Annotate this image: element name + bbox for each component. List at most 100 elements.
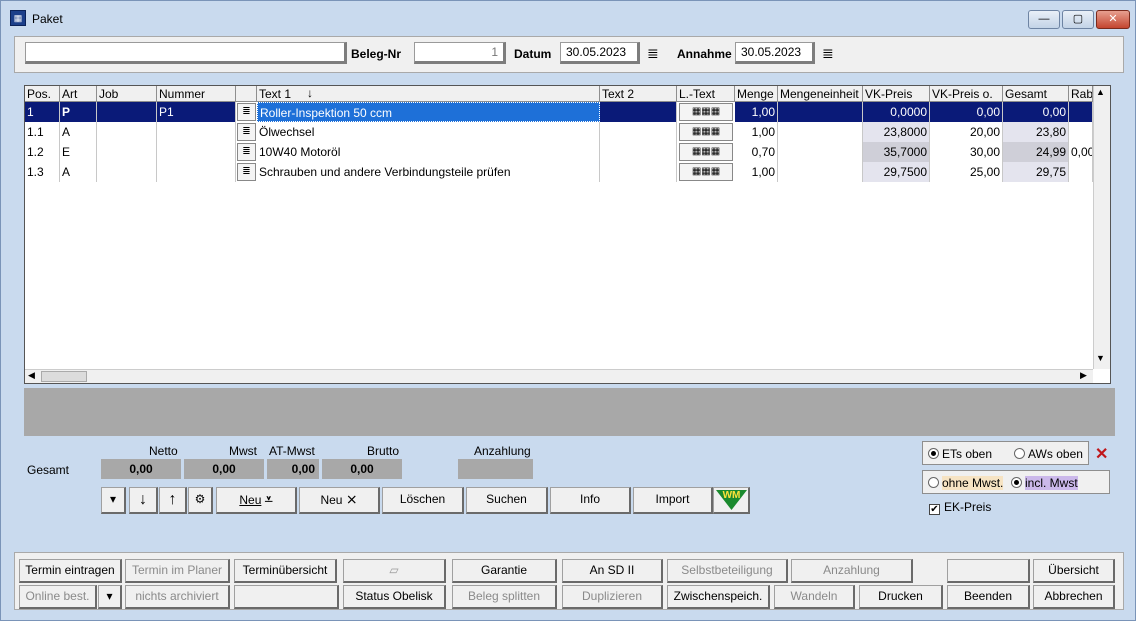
ltext-grid-icon[interactable]: ▦▦▦	[679, 143, 733, 161]
cell-art: E	[60, 142, 97, 162]
wandeln-button[interactable]: Wandeln	[774, 585, 855, 609]
loeschen-button[interactable]: Löschen	[382, 487, 464, 514]
scroll-down-icon[interactable]: ▼	[1096, 353, 1105, 363]
col-gesamt[interactable]: Gesamt	[1003, 86, 1069, 102]
blank-button-3[interactable]	[234, 585, 339, 609]
calendar-list-icon[interactable]: ≣	[647, 46, 659, 60]
close-button[interactable]: ✕	[1096, 10, 1130, 29]
cell-einheit	[778, 162, 863, 182]
col-art[interactable]: Art	[60, 86, 97, 102]
positions-table: Pos. Art Job Nummer Text 1 ↓ Text 2 L.-Te…	[24, 85, 1111, 384]
cell-job	[97, 162, 157, 182]
scroll-up-icon[interactable]: ▲	[1096, 87, 1105, 97]
move-up-button[interactable]: ↑	[159, 487, 187, 514]
info-button[interactable]: Info	[550, 487, 631, 514]
cell-text1[interactable]: Roller-Inspektion 50 ccm	[257, 102, 600, 122]
scroll-thumb[interactable]	[41, 371, 87, 382]
status-obelisk-button[interactable]: Status Obelisk	[343, 585, 446, 609]
cell-job	[97, 142, 157, 162]
scroll-left-icon[interactable]: ◀	[28, 370, 35, 381]
duplizieren-button[interactable]: Duplizieren	[562, 585, 663, 609]
row-lines-icon[interactable]: ≣	[237, 103, 256, 121]
col-menge[interactable]: Menge	[735, 86, 778, 102]
minimize-button[interactable]: —	[1028, 10, 1060, 29]
col-blank[interactable]	[236, 86, 257, 102]
cell-art: A	[60, 122, 97, 142]
netto-label: Netto	[149, 444, 178, 458]
abbrechen-button[interactable]: Abbrechen	[1033, 585, 1115, 609]
beleg-nr-field[interactable]: 1	[414, 42, 506, 64]
suchen-button[interactable]: Suchen	[466, 487, 548, 514]
window-title: Paket	[32, 12, 63, 26]
scroll-right-icon[interactable]: ▶	[1080, 370, 1087, 381]
move-down-button[interactable]: ↓	[129, 487, 158, 514]
insert-below-icon: ⩡	[264, 491, 273, 507]
arrow-up-icon: ↑	[168, 491, 177, 508]
col-job[interactable]: Job	[97, 86, 157, 102]
termin-eintragen-button[interactable]: Termin eintragen	[19, 559, 122, 583]
anzahlung-button[interactable]: Anzahlung	[791, 559, 913, 583]
zwischenspeich-button[interactable]: Zwischenspeich.	[667, 585, 770, 609]
ltext-grid-icon[interactable]: ▦▦▦	[679, 163, 733, 181]
uebersicht-button[interactable]: Übersicht	[1033, 559, 1115, 583]
gear-icon: ⚙	[194, 492, 206, 506]
beenden-button[interactable]: Beenden	[947, 585, 1030, 609]
cell-rab	[1069, 162, 1093, 182]
col-ltext[interactable]: L.-Text	[677, 86, 735, 102]
selbstbeteiligung-button[interactable]: Selbstbeteiligung	[667, 559, 788, 583]
neu-between-button[interactable]: Neu ⨯	[299, 487, 380, 514]
ohne-mwst-radio[interactable]: ohne Mwst.	[928, 476, 1004, 490]
annahme-field[interactable]: 30.05.2023	[735, 42, 815, 64]
blank-button-2[interactable]	[947, 559, 1030, 583]
col-text1[interactable]: Text 1 ↓	[257, 86, 600, 102]
cell-nummer	[157, 142, 236, 162]
col-mengeneinheit[interactable]: Mengeneinheit	[778, 86, 863, 102]
cell-pos: 1.2	[25, 142, 60, 162]
col-vk-preis[interactable]: VK-Preis	[863, 86, 930, 102]
col-rab[interactable]: Rab	[1069, 86, 1093, 102]
ek-preis-label: EK-Preis	[944, 500, 992, 514]
close-x-icon[interactable]: ✕	[1095, 444, 1108, 464]
blank-button-1[interactable]: ▱	[343, 559, 446, 583]
incl-mwst-radio[interactable]: incl. Mwst	[1011, 476, 1078, 490]
termin-im-planer-button[interactable]: Termin im Planer	[125, 559, 230, 583]
neu-below-button[interactable]: Neu ⩡	[216, 487, 297, 514]
cell-einheit	[778, 142, 863, 162]
col-vk-preis-o[interactable]: VK-Preis o.	[930, 86, 1003, 102]
online-best-dropdown[interactable]: ▾	[98, 585, 122, 609]
row-lines-icon[interactable]: ≣	[237, 143, 256, 161]
disabled-icon: ▱	[389, 563, 399, 577]
an-sd-ii-button[interactable]: An SD II	[562, 559, 663, 583]
ltext-grid-icon[interactable]: ▦▦▦	[679, 103, 733, 121]
ek-preis-checkbox[interactable]: ✔ EK-Preis	[929, 500, 991, 515]
beleg-splitten-button[interactable]: Beleg splitten	[452, 585, 557, 609]
maximize-button[interactable]: ▢	[1062, 10, 1094, 29]
ltext-grid-icon[interactable]: ▦▦▦	[679, 123, 733, 141]
col-nummer[interactable]: Nummer	[157, 86, 236, 102]
aws-oben-radio[interactable]: AWs oben	[1014, 447, 1083, 461]
kunde-field[interactable]	[25, 42, 347, 64]
datum-field[interactable]: 30.05.2023	[560, 42, 640, 64]
col-pos[interactable]: Pos.	[25, 86, 60, 102]
wm-button[interactable]: WM	[713, 487, 750, 514]
datum-label: Datum	[514, 47, 552, 61]
col-text2[interactable]: Text 2	[600, 86, 677, 102]
nichts-archiviert-button[interactable]: nichts archiviert	[125, 585, 230, 609]
settings-button[interactable]: ⚙	[188, 487, 213, 514]
terminuebersicht-button[interactable]: Terminübersicht	[234, 559, 337, 583]
vertical-scrollbar[interactable]: ▲ ▼	[1093, 86, 1110, 369]
import-button[interactable]: Import	[633, 487, 713, 514]
row-lines-icon[interactable]: ≣	[237, 123, 256, 141]
garantie-button[interactable]: Garantie	[452, 559, 557, 583]
ets-oben-radio[interactable]: ETs oben	[928, 447, 992, 461]
cell-menge: 1,00	[735, 102, 778, 122]
dropdown-button[interactable]: ▾	[101, 487, 126, 514]
horizontal-scrollbar[interactable]: ◀ ▶	[25, 369, 1093, 383]
online-best-button[interactable]: Online best.	[19, 585, 97, 609]
annahme-list-icon[interactable]: ≣	[822, 46, 834, 60]
cell-art: A	[60, 162, 97, 182]
row-lines-icon[interactable]: ≣	[237, 163, 256, 181]
cell-text1: Schrauben und andere Verbindungsteile pr…	[257, 162, 600, 182]
drucken-button[interactable]: Drucken	[859, 585, 943, 609]
cell-einheit	[778, 122, 863, 142]
